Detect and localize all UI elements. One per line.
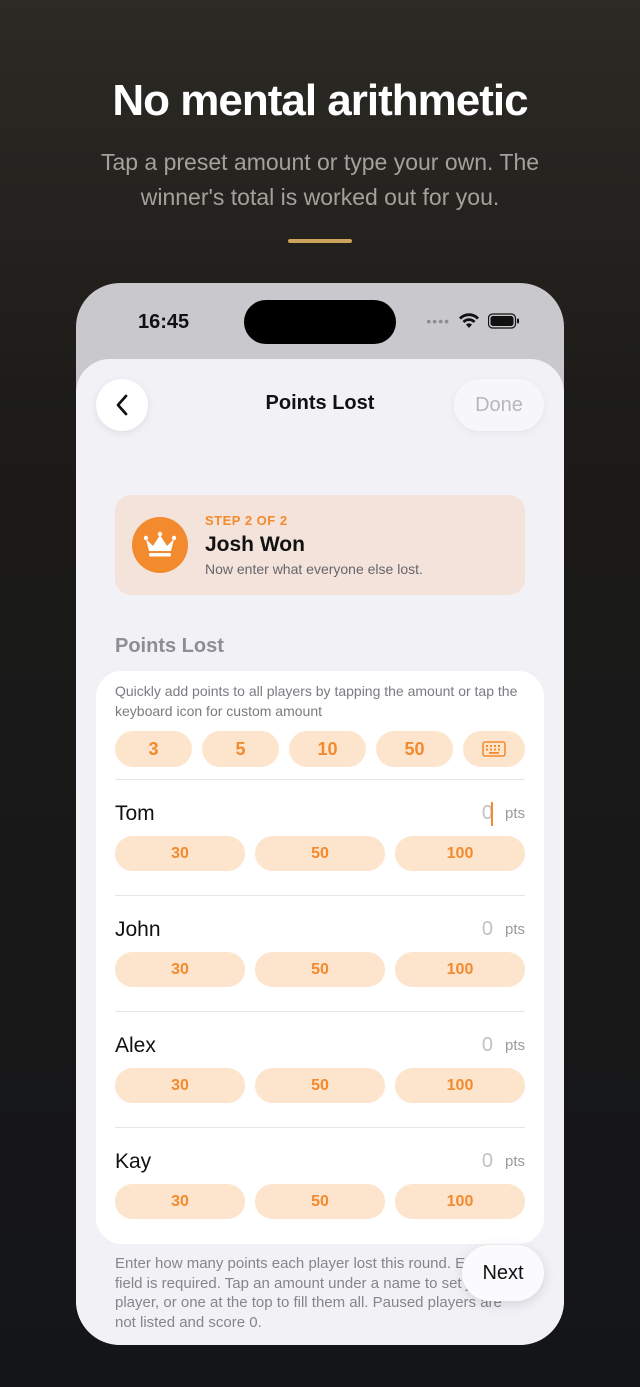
- quick-amount-button[interactable]: 50: [376, 731, 453, 767]
- points-unit: pts: [504, 1153, 525, 1170]
- step-label: STEP 2 OF 2: [205, 513, 288, 528]
- player-preset-row: 30 50 100: [115, 1068, 525, 1103]
- player-preset-button[interactable]: 100: [395, 952, 525, 987]
- player-preset-button[interactable]: 50: [255, 952, 385, 987]
- promo-subline: Tap a preset amount or type your own. Th…: [100, 149, 540, 210]
- row-divider: [115, 779, 525, 780]
- player-row-alex: Alex 0 pts 30 50 100: [115, 1022, 525, 1122]
- player-preset-button[interactable]: 50: [255, 1184, 385, 1219]
- quick-add-row: 3 5 10 50: [115, 731, 525, 767]
- step-title: Josh Won: [205, 533, 305, 556]
- player-name: John: [115, 918, 161, 941]
- player-preset-button[interactable]: 100: [395, 836, 525, 871]
- status-icons: ••••: [426, 313, 520, 329]
- row-divider: [115, 1011, 525, 1012]
- points-input[interactable]: 0: [482, 1034, 493, 1057]
- promo-headline: No mental arithmetic: [112, 76, 528, 125]
- quick-amount-button[interactable]: 5: [202, 731, 279, 767]
- crown-badge: [132, 517, 188, 573]
- points-unit: pts: [504, 805, 525, 822]
- player-row-kay: Kay 0 pts 30 50 100: [115, 1138, 525, 1238]
- points-input[interactable]: 0: [482, 918, 493, 941]
- step-card: STEP 2 OF 2 Josh Won Now enter what ever…: [115, 495, 525, 595]
- points-lost-sheet: Points Lost Done STEP 2 OF 2 Josh Won No…: [76, 359, 564, 1345]
- custom-amount-button[interactable]: [463, 731, 525, 767]
- dynamic-island: [244, 300, 396, 344]
- player-preset-button[interactable]: 30: [115, 952, 245, 987]
- player-preset-button[interactable]: 50: [255, 836, 385, 871]
- wifi-icon: [459, 313, 479, 328]
- keyboard-icon: [482, 741, 506, 757]
- points-input[interactable]: 0: [482, 1150, 493, 1173]
- player-row-tom: Tom 0 pts 30 50 100: [115, 790, 525, 890]
- status-time: 16:45: [138, 311, 190, 333]
- player-row-john: John 0 pts 30 50 100: [115, 906, 525, 1006]
- player-name: Tom: [115, 802, 155, 825]
- points-card: Quickly add points to all players by tap…: [96, 671, 544, 1244]
- player-preset-row: 30 50 100: [115, 836, 525, 871]
- points-unit: pts: [504, 921, 525, 938]
- player-name: Kay: [115, 1150, 152, 1173]
- crown-icon: [143, 531, 177, 557]
- done-button[interactable]: Done: [454, 379, 544, 431]
- signal-dots-icon: ••••: [426, 313, 450, 329]
- quick-amount-button[interactable]: 3: [115, 731, 192, 767]
- quick-add-hint: Quickly add points to all players by tap…: [115, 683, 518, 719]
- battery-icon: [488, 313, 519, 329]
- player-preset-button[interactable]: 100: [395, 1068, 525, 1103]
- player-preset-button[interactable]: 50: [255, 1068, 385, 1103]
- player-preset-button[interactable]: 30: [115, 1184, 245, 1219]
- section-title: Points Lost: [115, 635, 224, 657]
- player-preset-button[interactable]: 100: [395, 1184, 525, 1219]
- row-divider: [115, 895, 525, 896]
- accent-divider: [288, 239, 352, 243]
- player-name: Alex: [115, 1034, 156, 1057]
- player-preset-row: 30 50 100: [115, 1184, 525, 1219]
- next-button[interactable]: Next: [462, 1245, 544, 1301]
- step-description: Now enter what everyone else lost.: [205, 561, 423, 577]
- text-cursor: [491, 802, 493, 826]
- player-preset-button[interactable]: 30: [115, 1068, 245, 1103]
- points-unit: pts: [504, 1037, 525, 1054]
- player-preset-button[interactable]: 30: [115, 836, 245, 871]
- row-divider: [115, 1127, 525, 1128]
- player-preset-row: 30 50 100: [115, 952, 525, 987]
- quick-amount-button[interactable]: 10: [289, 731, 366, 767]
- phone-frame: 16:45 •••• Points Lost Done STEP 2 OF 2 …: [76, 283, 564, 1345]
